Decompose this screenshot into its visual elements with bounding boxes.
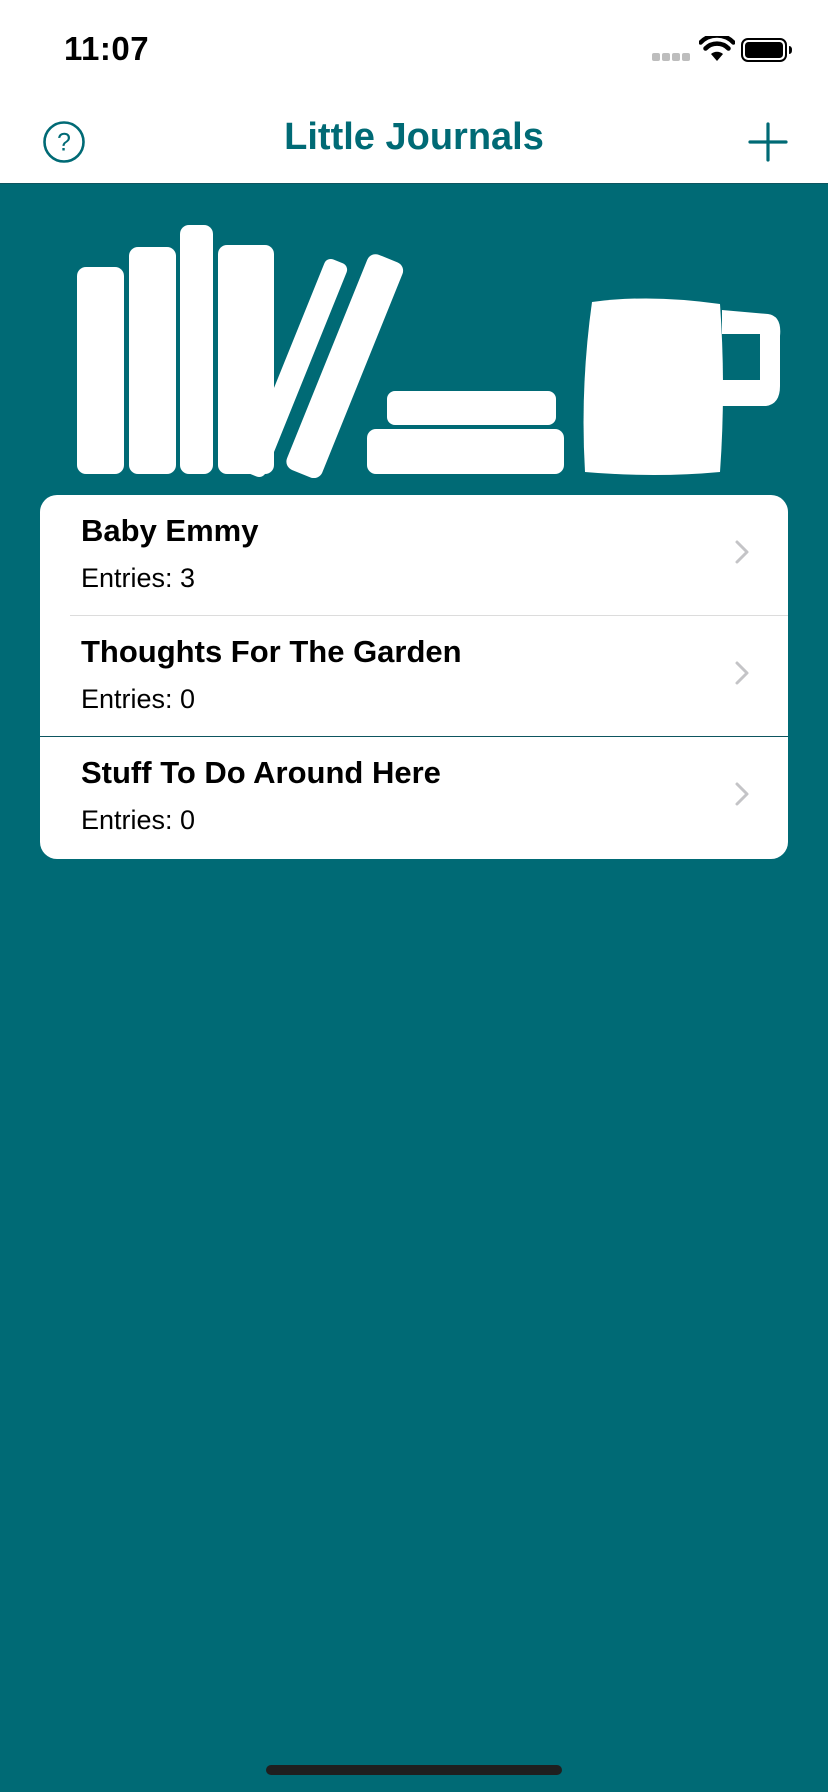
journal-name: Thoughts For The Garden [81, 634, 462, 669]
chevron-right-icon [735, 782, 749, 806]
add-journal-button[interactable] [744, 118, 792, 166]
page-title: Little Journals [284, 116, 544, 158]
journal-entry-count: Entries: 0 [81, 805, 196, 835]
wifi-icon [699, 36, 735, 61]
journal-row[interactable]: Stuff To Do Around Here Entries: 0 [40, 737, 788, 858]
books-and-mug-icon [77, 225, 781, 478]
status-time: 11:07 [64, 30, 150, 67]
chevron-right-icon [735, 661, 749, 685]
journal-name: Stuff To Do Around Here [81, 755, 441, 790]
chevron-right-icon [735, 540, 749, 564]
plus-icon [748, 122, 788, 162]
journal-list: Baby Emmy Entries: 3 Thoughts For The Ga… [40, 495, 788, 859]
journal-name: Baby Emmy [81, 513, 259, 548]
status-bar: 11:07 [0, 0, 828, 100]
navigation-bar: ? Little Journals [0, 100, 828, 184]
battery-full-icon [741, 38, 792, 62]
journal-row[interactable]: Baby Emmy Entries: 3 [40, 495, 788, 616]
journal-entry-count: Entries: 0 [81, 684, 196, 714]
journal-entry-count: Entries: 3 [81, 563, 196, 593]
home-indicator[interactable] [266, 1765, 562, 1775]
journal-row[interactable]: Thoughts For The Garden Entries: 0 [40, 616, 788, 737]
cellular-signal-icon [652, 53, 690, 61]
